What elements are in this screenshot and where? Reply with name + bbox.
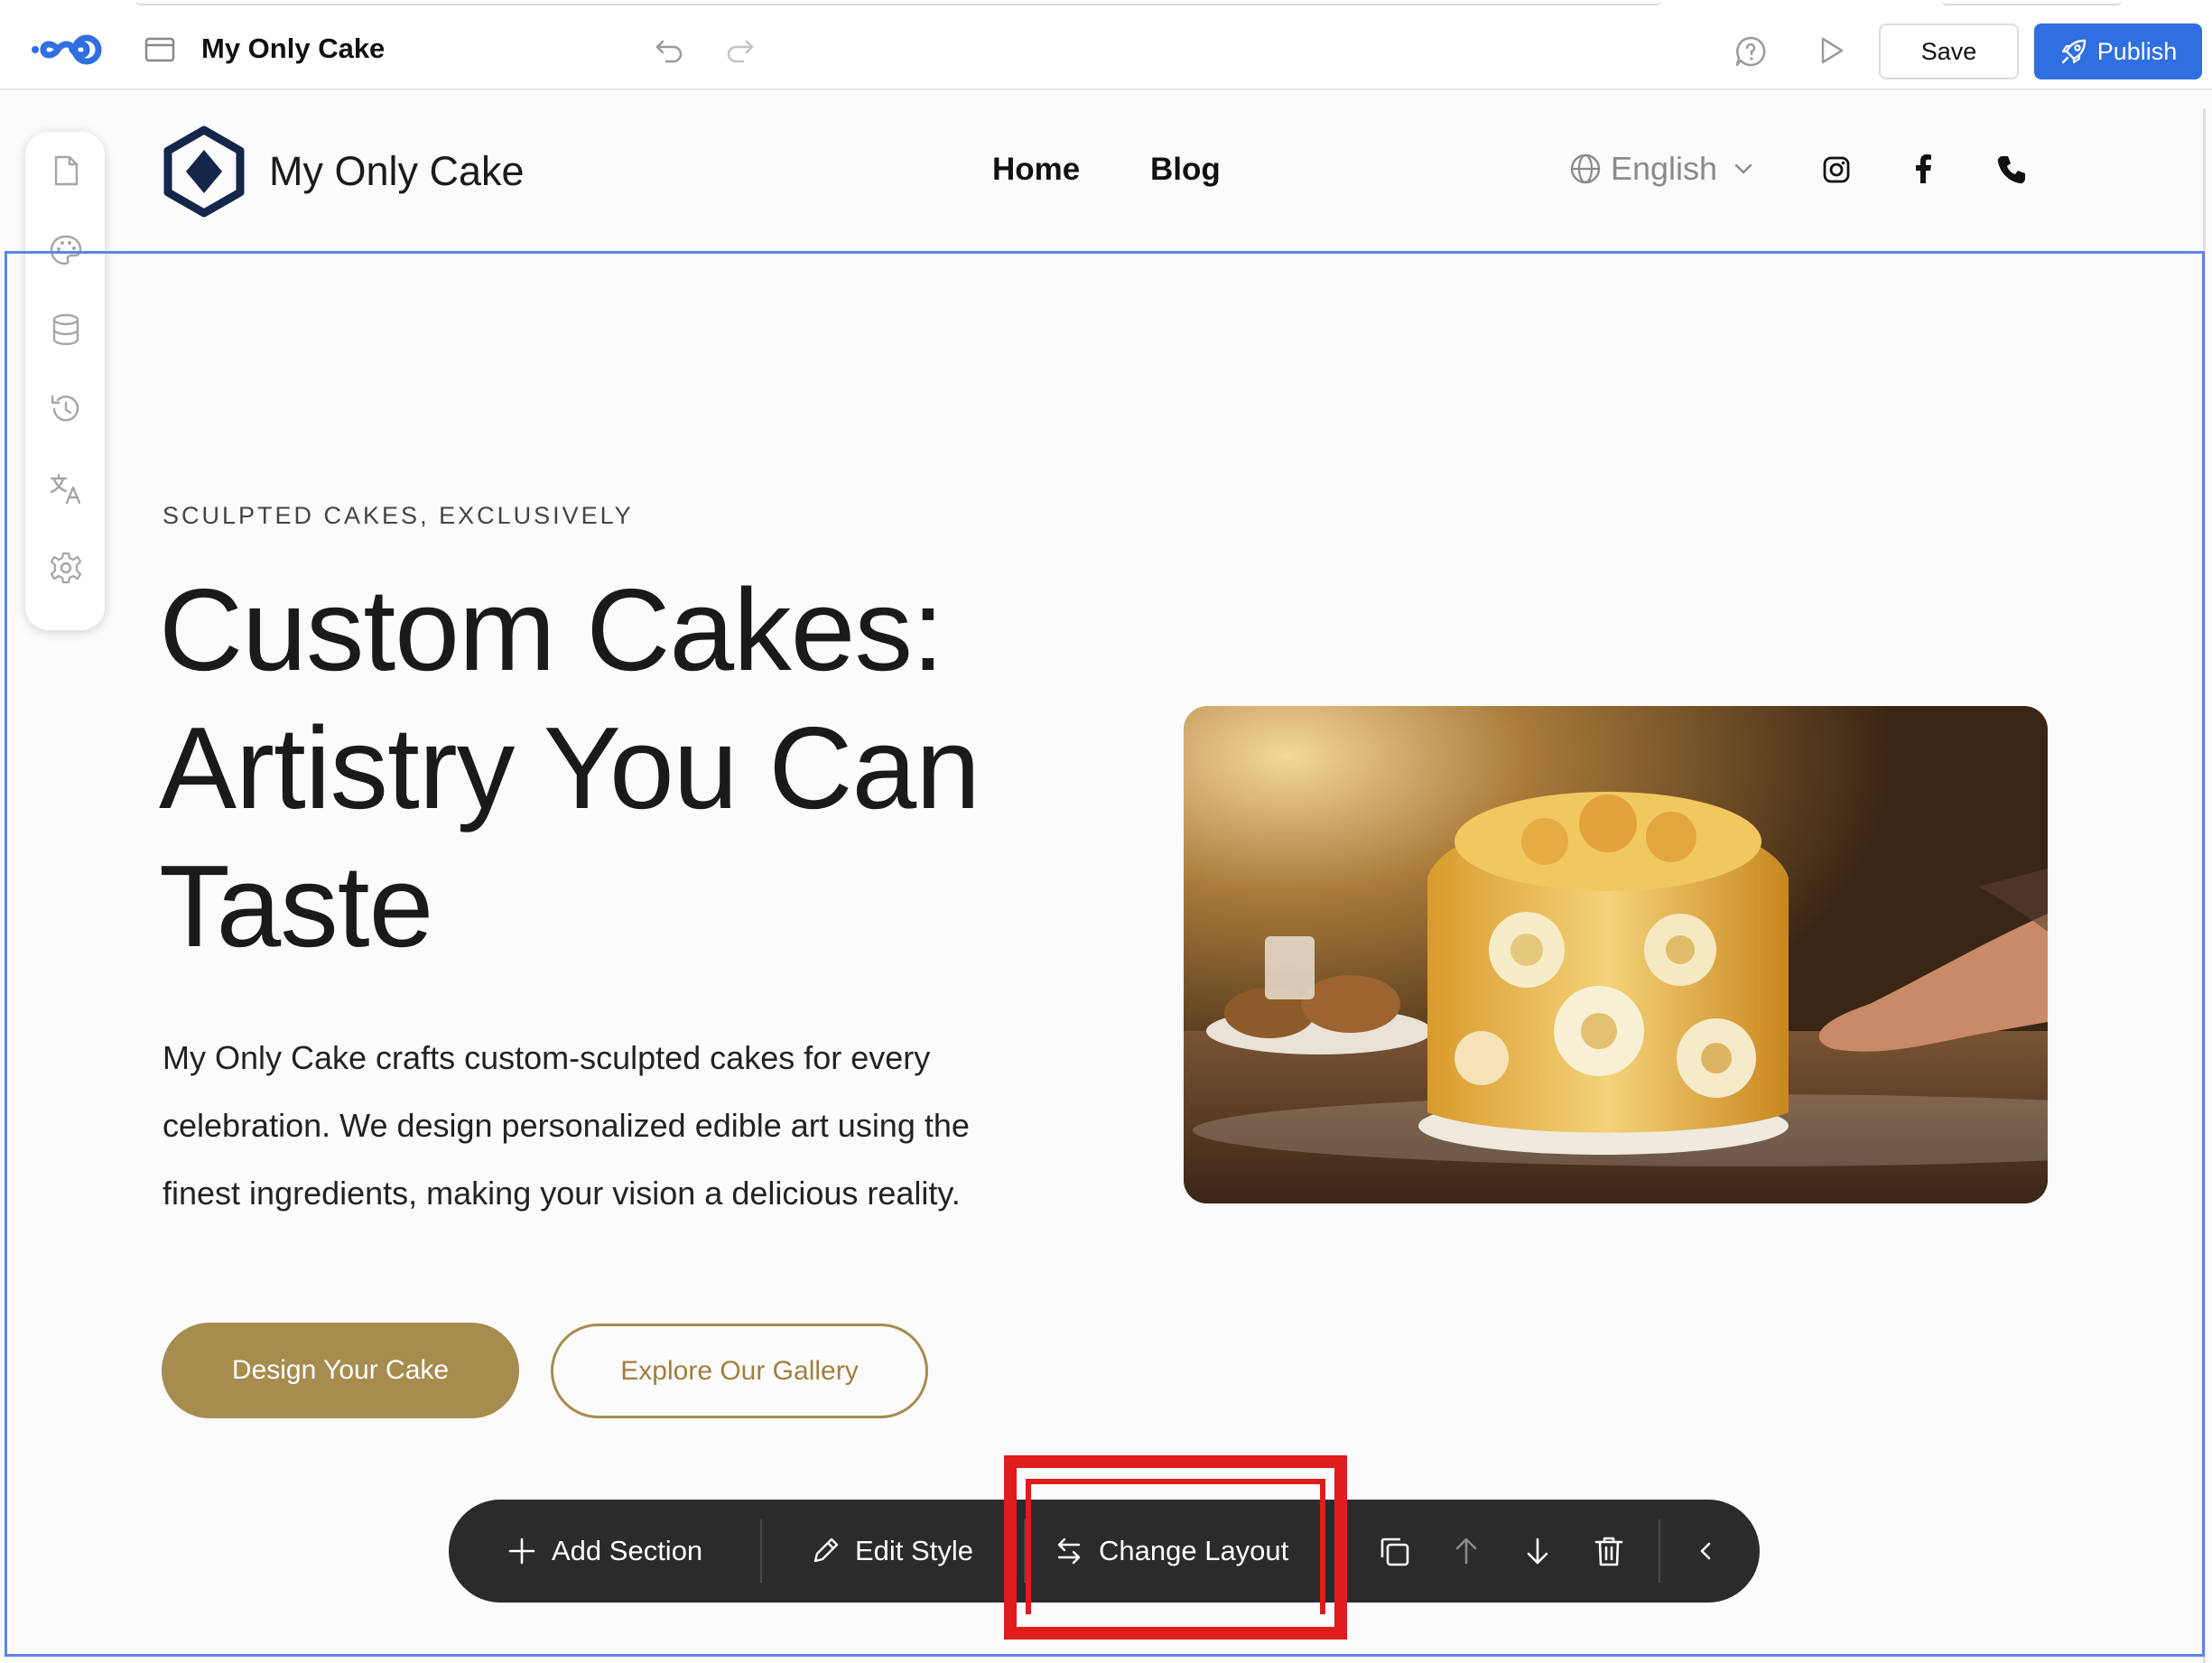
hero-description[interactable]: My Only Cake crafts custom-sculpted cake… [163, 1024, 1029, 1227]
hero-eyebrow[interactable]: SCULPTED CAKES, EXCLUSIVELY [163, 502, 634, 530]
chevron-down-icon [1734, 163, 1752, 174]
browser-edge-line-right [1941, 0, 2122, 5]
site-brand-name[interactable]: My Only Cake [269, 148, 525, 195]
database-icon[interactable] [49, 312, 83, 347]
editor-tool-rail [25, 132, 105, 630]
pencil-icon [813, 1538, 839, 1563]
toolbar-divider [1024, 1519, 1026, 1583]
site-logo-icon[interactable] [163, 125, 246, 218]
hero-title[interactable]: Custom Cakes: Artistry You Can Taste [159, 562, 1062, 976]
section-toolbar: Add Section Edit Style Change Layout [449, 1500, 1760, 1603]
edit-style-button[interactable]: Edit Style [810, 1500, 973, 1603]
language-select[interactable]: English [1569, 150, 1755, 188]
hero-cake-image[interactable] [1184, 706, 2048, 1203]
pages-icon[interactable] [49, 153, 83, 188]
canvas-scroll-edge [2203, 108, 2206, 1663]
change-layout-button[interactable]: Change Layout [1054, 1500, 1288, 1603]
app-logo-icon[interactable] [31, 31, 108, 69]
publish-button[interactable]: Publish [2034, 23, 2202, 79]
browser-edge-line [135, 0, 1661, 5]
palette-icon[interactable] [49, 233, 83, 267]
swap-arrows-icon [1057, 1538, 1081, 1565]
nav-link-home[interactable]: Home [992, 152, 1080, 188]
publish-label: Publish [2096, 37, 2178, 65]
translate-icon[interactable] [49, 471, 83, 506]
move-down-icon[interactable] [1520, 1534, 1555, 1568]
undo-icon[interactable] [654, 34, 686, 67]
edit-style-label: Edit Style [855, 1535, 973, 1566]
editor-topbar: My Only Cake Save Publish [0, 0, 2212, 90]
globe-icon [1570, 153, 1601, 184]
move-up-icon[interactable] [1449, 1534, 1483, 1568]
collapse-icon[interactable] [1688, 1534, 1723, 1568]
play-preview-icon[interactable] [1815, 34, 1847, 67]
toolbar-divider [760, 1519, 762, 1583]
facebook-icon[interactable] [1909, 153, 1939, 184]
delete-icon[interactable] [1592, 1534, 1626, 1568]
redo-icon[interactable] [723, 34, 756, 67]
phone-icon[interactable] [1995, 153, 2028, 186]
add-section-button[interactable]: Add Section [507, 1500, 702, 1603]
design-your-cake-button[interactable]: Design Your Cake [162, 1323, 519, 1418]
nav-link-blog[interactable]: Blog [1150, 152, 1221, 188]
settings-icon[interactable] [49, 551, 83, 585]
page-icon[interactable] [144, 36, 175, 63]
explore-gallery-button[interactable]: Explore Our Gallery [551, 1324, 928, 1418]
history-icon[interactable] [49, 392, 83, 426]
duplicate-icon[interactable] [1377, 1534, 1411, 1568]
plus-icon [508, 1538, 535, 1565]
toolbar-divider [1659, 1519, 1660, 1583]
add-section-label: Add Section [552, 1535, 703, 1566]
change-layout-label: Change Layout [1099, 1535, 1289, 1566]
instagram-icon[interactable] [1822, 155, 1851, 184]
save-button[interactable]: Save [1879, 23, 2019, 79]
help-chat-icon[interactable] [1733, 34, 1768, 69]
rocket-icon [2061, 39, 2086, 64]
language-label: English [1611, 150, 1718, 187]
editor-site-title: My Only Cake [201, 33, 386, 64]
